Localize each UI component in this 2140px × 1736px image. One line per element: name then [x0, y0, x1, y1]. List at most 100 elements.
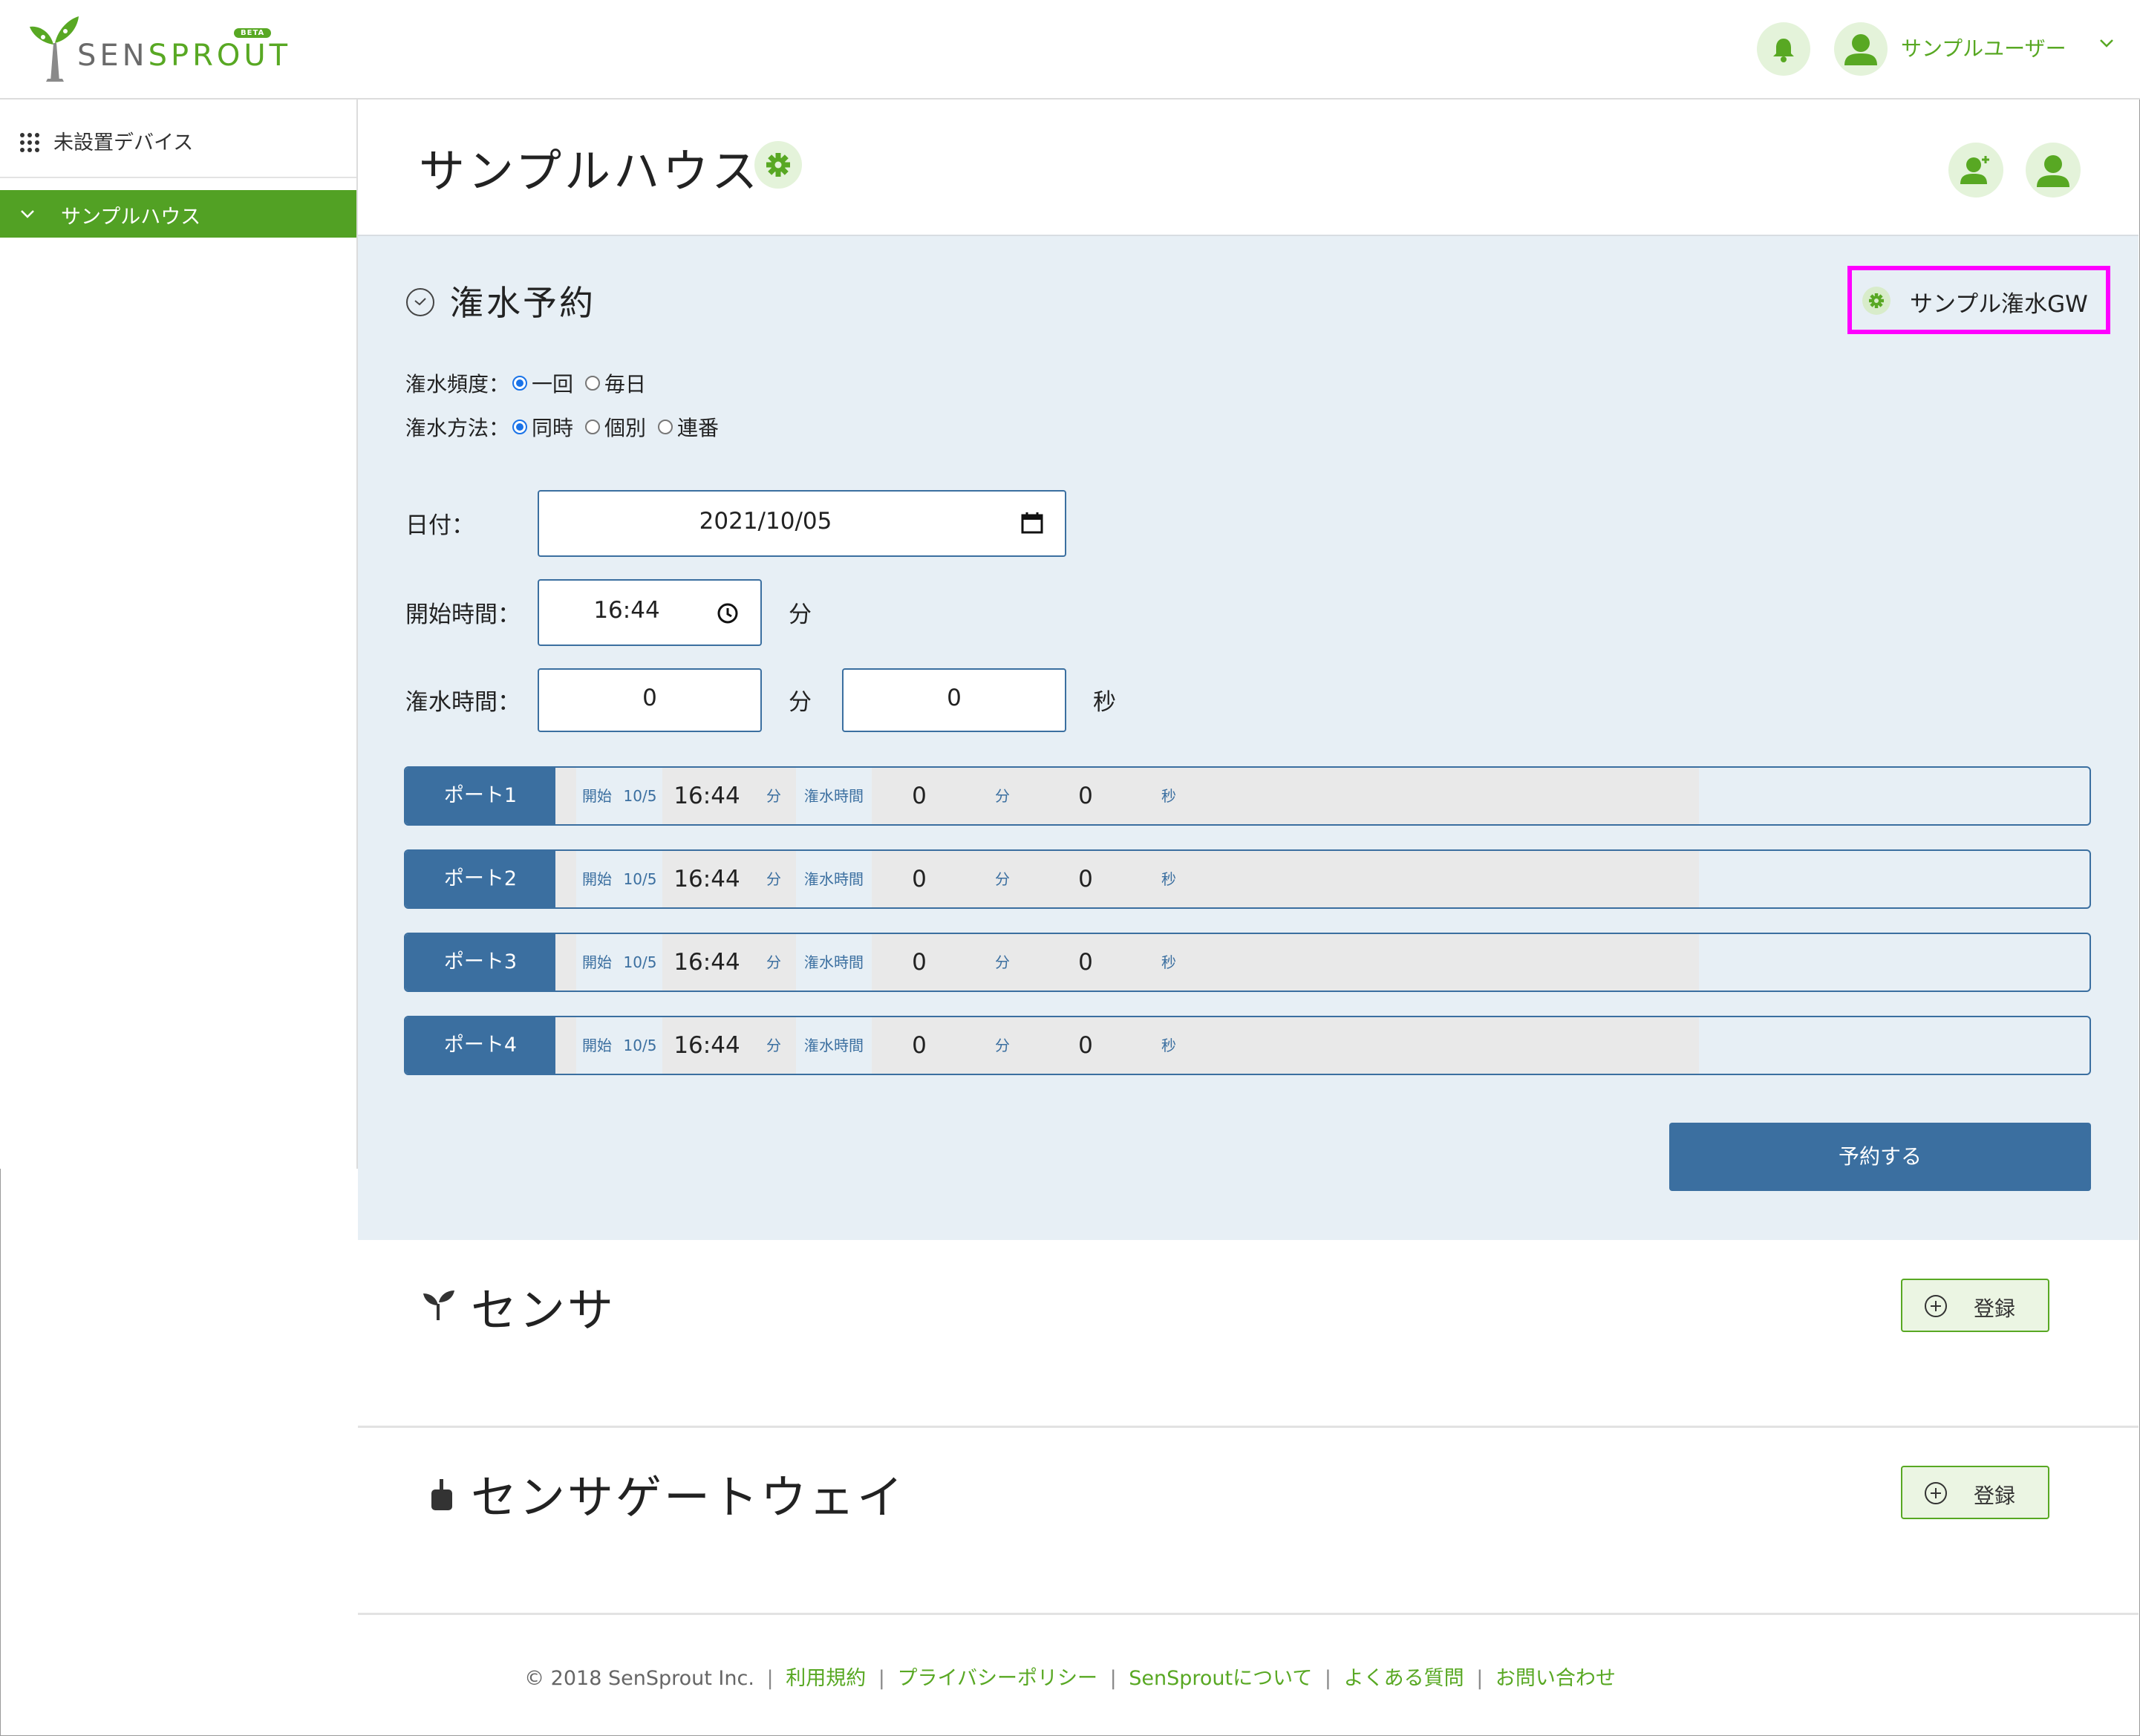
notification-button[interactable]	[1757, 22, 1810, 76]
chevron-down-icon[interactable]	[2098, 37, 2115, 49]
register-label: 登録	[1974, 1296, 2016, 1321]
port-schedule: 開始 10/5 16:44 分 潅水時間 0 分 0 秒	[555, 768, 1699, 824]
date-label: 日付：	[405, 512, 474, 539]
bell-icon	[1773, 39, 1794, 62]
section-divider	[358, 1426, 2139, 1428]
frequency-once-radio[interactable]	[512, 376, 528, 391]
port-start-label: 開始	[576, 851, 618, 907]
port-name: ポート1	[405, 768, 555, 824]
reserve-button[interactable]: 予約する	[1669, 1123, 2091, 1191]
members-button[interactable]	[2026, 143, 2081, 198]
duration-minutes-input[interactable]: 0	[538, 668, 762, 732]
port-start-label: 開始	[576, 768, 618, 824]
port-schedule: 開始 10/5 16:44 分 潅水時間 0 分 0 秒	[555, 851, 1699, 907]
house-settings-button[interactable]	[754, 141, 802, 189]
page-title: サンプルハウス	[419, 144, 761, 198]
sidebar-item-unplaced-devices[interactable]: 未設置デバイス	[0, 99, 356, 178]
user-icon	[1844, 34, 1877, 65]
sidebar-item-label: 未設置デバイス	[53, 131, 194, 154]
port-time-unit: 分	[766, 1037, 781, 1054]
port-schedule: 開始 10/5 16:44 分 潅水時間 0 分 0 秒	[555, 1017, 1699, 1074]
footer-separator: |	[1324, 1667, 1332, 1690]
footer-copyright: © 2018 SenSprout Inc.	[524, 1667, 754, 1690]
port-minutes-unit: 分	[995, 953, 1010, 971]
port-row[interactable]: ポート3 開始 10/5 16:44 分 潅水時間 0 分 0 秒	[404, 933, 2091, 992]
frequency-once-label: 一回	[532, 372, 574, 397]
clock-icon[interactable]	[716, 601, 740, 625]
port-time: 16:44	[673, 866, 740, 893]
date-input[interactable]: 2021/10/05	[538, 490, 1066, 557]
port-minutes-unit: 分	[995, 870, 1010, 888]
sensor-section-title: センサ	[471, 1283, 616, 1337]
port-minutes-unit: 分	[995, 787, 1010, 805]
port-start-label: 開始	[576, 934, 618, 991]
port-date: 10/5	[618, 768, 662, 824]
gear-icon	[766, 153, 790, 177]
reservation-title: 潅水予約	[450, 283, 596, 323]
frequency-daily-radio[interactable]	[585, 376, 601, 391]
footer-link-about[interactable]: SenSproutについて	[1129, 1667, 1312, 1690]
section-divider	[358, 1613, 2139, 1615]
port-minutes: 0	[912, 783, 927, 809]
port-row[interactable]: ポート4 開始 10/5 16:44 分 潅水時間 0 分 0 秒	[404, 1016, 2091, 1075]
footer-link-contact[interactable]: お問い合わせ	[1495, 1667, 1616, 1690]
user-icon	[2037, 155, 2069, 187]
port-minutes: 0	[912, 1032, 927, 1059]
port-date: 10/5	[618, 851, 662, 907]
logo-text-sen: SEN	[77, 39, 149, 73]
duration-minutes-unit: 分	[789, 689, 812, 716]
duration-seconds-value: 0	[947, 685, 962, 711]
duration-seconds-input[interactable]: 0	[842, 668, 1066, 732]
gear-icon	[1869, 293, 1884, 308]
port-name: ポート3	[405, 934, 555, 991]
add-member-button[interactable]	[1948, 143, 2003, 198]
add-user-icon	[1960, 156, 1989, 184]
start-time-input[interactable]: 16:44	[538, 579, 762, 646]
method-label: 潅水方法：	[405, 416, 510, 440]
port-row[interactable]: ポート1 開始 10/5 16:44 分 潅水時間 0 分 0 秒	[404, 766, 2091, 826]
method-simultaneous-label: 同時	[532, 416, 574, 440]
footer: © 2018 SenSprout Inc. | 利用規約 | プライバシーポリシ…	[0, 1662, 2140, 1691]
date-value: 2021/10/05	[699, 508, 832, 535]
logo-wordmark: SENSPROUT	[77, 39, 291, 73]
footer-separator: |	[1109, 1667, 1117, 1690]
method-individual-radio[interactable]	[585, 420, 601, 434]
calendar-icon[interactable]	[1020, 511, 1044, 535]
port-time: 16:44	[673, 1032, 740, 1059]
plus-circle-icon	[1925, 1482, 1947, 1504]
user-menu-name[interactable]: サンプルユーザー	[1901, 33, 2066, 62]
gateway-section-title: センサゲートウェイ	[471, 1470, 906, 1524]
port-seconds: 0	[1078, 783, 1093, 809]
method-sequential-label: 連番	[677, 416, 720, 440]
register-gateway-button[interactable]: 登録	[1901, 1466, 2049, 1519]
logo-text-sprout: SPROUT	[148, 39, 292, 73]
duration-label: 潅水時間：	[405, 689, 521, 716]
footer-link-privacy[interactable]: プライバシーポリシー	[898, 1667, 1097, 1690]
app-header: SENSPROUT BETA サンプルユーザー	[0, 0, 2140, 99]
port-seconds: 0	[1078, 866, 1093, 893]
sidebar: 未設置デバイス サンプルハウス	[0, 99, 358, 1169]
port-start-label: 開始	[576, 1017, 618, 1074]
sprout-logo-icon	[30, 16, 79, 82]
port-duration-label: 潅水時間	[796, 768, 872, 824]
frequency-daily-label: 毎日	[604, 372, 647, 397]
port-time: 16:44	[673, 783, 740, 809]
gateway-gear	[1862, 287, 1891, 315]
footer-link-terms[interactable]: 利用規約	[786, 1667, 866, 1690]
register-sensor-button[interactable]: 登録	[1901, 1279, 2049, 1332]
beta-badge: BETA	[234, 28, 272, 38]
start-time-value: 16:44	[593, 597, 660, 624]
sidebar-item-sample-house[interactable]: サンプルハウス	[0, 190, 356, 238]
port-name: ポート2	[405, 851, 555, 907]
footer-link-faq[interactable]: よくある質問	[1344, 1667, 1464, 1690]
port-seconds-unit: 秒	[1161, 870, 1176, 888]
method-simultaneous-radio[interactable]	[512, 420, 528, 434]
method-sequential-radio[interactable]	[658, 420, 673, 434]
user-avatar[interactable]	[1834, 22, 1888, 76]
port-name: ポート4	[405, 1017, 555, 1074]
port-row[interactable]: ポート2 開始 10/5 16:44 分 潅水時間 0 分 0 秒	[404, 849, 2091, 909]
method-individual-label: 個別	[604, 416, 647, 440]
gateway-settings-button[interactable]: サンプル潅水GW	[1847, 266, 2110, 334]
sensprout-logo[interactable]: SENSPROUT BETA	[28, 13, 287, 85]
frequency-label: 潅水頻度：	[405, 372, 510, 397]
